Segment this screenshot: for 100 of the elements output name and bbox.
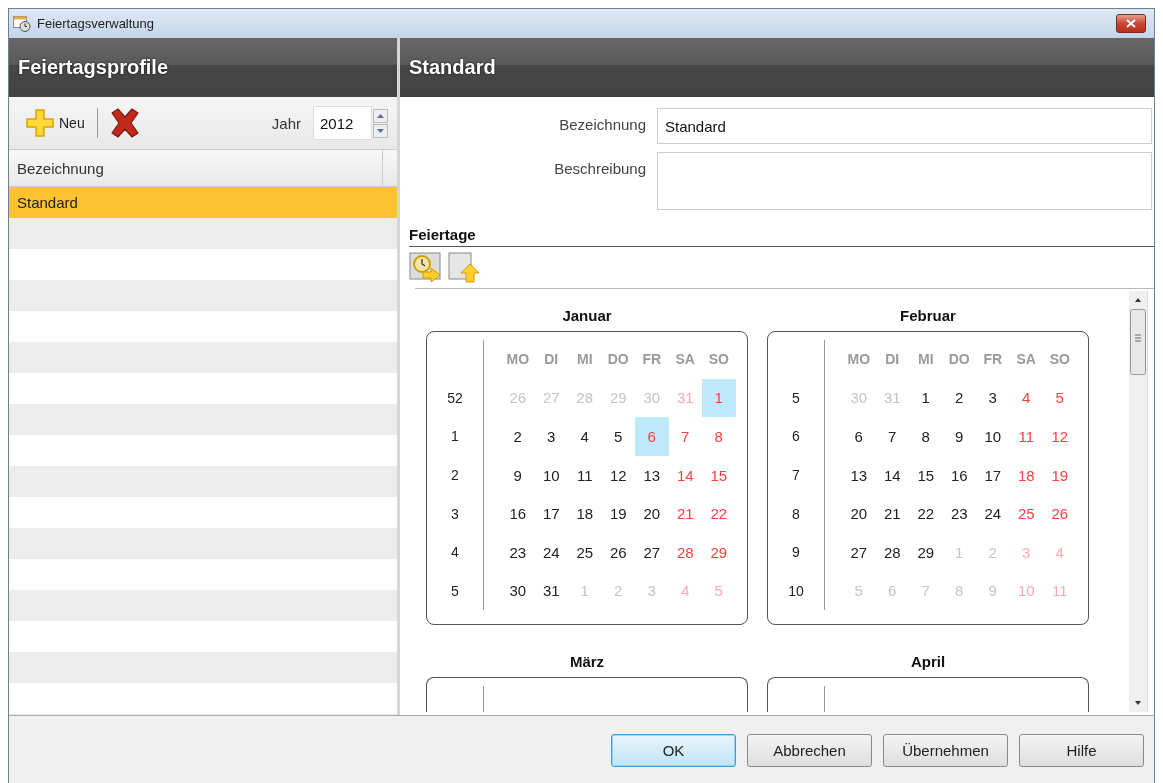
day[interactable]: 22 — [702, 494, 736, 533]
day[interactable]: 8 — [702, 417, 736, 456]
weekday-header: SO — [707, 350, 730, 370]
day[interactable]: 16 — [942, 455, 976, 495]
month-title: März — [569, 652, 605, 673]
day[interactable]: 26 — [1043, 494, 1077, 533]
window-title: Feiertagsverwaltung — [37, 16, 156, 31]
day[interactable]: 31 — [534, 571, 568, 611]
spin-up-icon[interactable] — [373, 108, 388, 123]
day[interactable]: 28 — [668, 532, 702, 572]
weekday-header: DI — [543, 350, 560, 370]
year-label: Jahr — [271, 114, 301, 132]
week-number: 5 — [791, 388, 801, 408]
day[interactable]: 5 — [601, 417, 635, 456]
day[interactable]: 17 — [976, 455, 1010, 495]
day[interactable]: 23 — [942, 494, 976, 533]
day[interactable]: 18 — [568, 494, 602, 533]
day[interactable]: 29 — [909, 532, 943, 572]
week-number: 2 — [450, 466, 460, 486]
profile-row[interactable]: Standard — [9, 187, 397, 218]
close-icon — [1126, 19, 1136, 28]
day[interactable]: 27 — [842, 532, 876, 572]
day[interactable]: 11 — [1009, 417, 1043, 456]
panel-title: Feiertagsprofile — [18, 56, 169, 79]
week-number: 10 — [787, 581, 805, 601]
day[interactable]: 5 — [1043, 378, 1077, 418]
weekday-header: FR — [982, 350, 1004, 370]
weekday-header: MO — [846, 350, 872, 370]
day[interactable]: 4 — [568, 417, 602, 456]
close-button[interactable] — [1116, 14, 1146, 33]
panel-title: Standard — [409, 56, 496, 79]
spin-down-icon[interactable] — [373, 123, 388, 138]
day[interactable]: 3 — [976, 378, 1010, 418]
new-button[interactable]: Neu — [23, 106, 87, 140]
day[interactable]: 22 — [909, 494, 943, 533]
week-number: 52 — [446, 388, 464, 408]
dialog-button[interactable]: Abbrechen — [747, 733, 872, 767]
day[interactable]: 29 — [702, 532, 736, 572]
month-title: Januar — [562, 306, 612, 326]
weekday-header: SO — [1048, 350, 1071, 370]
day[interactable]: 12 — [1043, 417, 1077, 456]
day[interactable]: 6 — [842, 417, 876, 456]
day[interactable]: 19 — [1043, 455, 1077, 495]
week-number: 9 — [791, 543, 801, 563]
week-number: 5 — [450, 581, 460, 601]
field-label: Bezeichnung — [558, 115, 646, 135]
weekday-header: SA — [1015, 350, 1037, 370]
day[interactable]: 7 — [668, 417, 702, 456]
day[interactable]: 8 — [909, 417, 943, 456]
day[interactable]: 25 — [1009, 494, 1043, 533]
day[interactable]: 13 — [635, 455, 669, 495]
dialog-button[interactable]: Übernehmen — [883, 733, 1008, 767]
day[interactable]: 3 — [534, 417, 568, 456]
day[interactable]: 23 — [501, 532, 535, 572]
day[interactable]: 25 — [568, 532, 602, 572]
scrollbar[interactable] — [1129, 291, 1147, 712]
day[interactable]: 24 — [976, 494, 1010, 533]
day[interactable]: 20 — [635, 494, 669, 533]
day[interactable]: 12 — [601, 455, 635, 495]
day[interactable]: 10 — [976, 417, 1010, 456]
day[interactable]: 15 — [909, 455, 943, 495]
day[interactable]: 10 — [534, 455, 568, 495]
week-number: 4 — [450, 543, 460, 563]
export-button[interactable] — [448, 252, 481, 282]
day[interactable]: 13 — [842, 455, 876, 495]
document-arrow-up-icon — [448, 252, 481, 283]
day[interactable]: 19 — [601, 494, 635, 533]
day[interactable]: 9 — [501, 455, 535, 495]
description-field[interactable] — [657, 152, 1152, 210]
day[interactable]: 28 — [875, 532, 909, 572]
day[interactable]: 18 — [1009, 455, 1043, 495]
day[interactable]: 27 — [635, 532, 669, 572]
day[interactable]: 26 — [601, 532, 635, 572]
day[interactable]: 17 — [534, 494, 568, 533]
day[interactable]: 7 — [875, 417, 909, 456]
day[interactable]: 24 — [534, 532, 568, 572]
year-field[interactable]: 2012 — [313, 106, 372, 140]
day[interactable]: 1 — [909, 378, 943, 418]
day[interactable]: 14 — [668, 455, 702, 495]
day[interactable]: 21 — [875, 494, 909, 533]
day[interactable]: 2 — [501, 417, 535, 456]
day[interactable]: 20 — [842, 494, 876, 533]
weekday-header: DO — [606, 350, 630, 370]
day[interactable]: 11 — [568, 455, 602, 495]
import-button[interactable] — [409, 252, 442, 282]
day[interactable]: 9 — [942, 417, 976, 456]
day[interactable]: 30 — [501, 571, 535, 611]
day[interactable]: 16 — [501, 494, 535, 533]
day[interactable]: 4 — [1009, 378, 1043, 418]
calendar-clock-icon — [13, 15, 31, 32]
week-number: 1 — [450, 427, 460, 447]
week-number: 7 — [791, 466, 801, 486]
dialog-button[interactable]: Hilfe — [1019, 733, 1144, 767]
day[interactable]: 15 — [702, 455, 736, 495]
day[interactable]: 21 — [668, 494, 702, 533]
day[interactable]: 2 — [942, 378, 976, 418]
name-field[interactable]: Standard — [657, 108, 1152, 144]
dialog-button[interactable]: OK — [611, 733, 736, 767]
weekday-header: SA — [674, 350, 696, 370]
day[interactable]: 14 — [875, 455, 909, 495]
